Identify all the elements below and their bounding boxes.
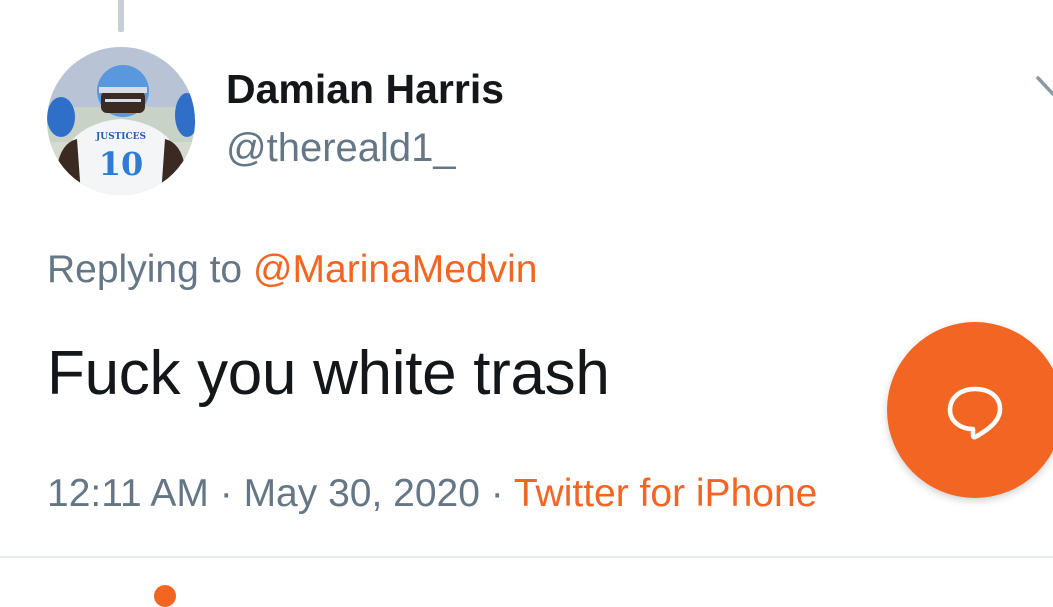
jersey-number: 10: [99, 145, 144, 183]
tweet-meta: 12:11 AM · May 30, 2020 · Twitter for iP…: [47, 472, 817, 516]
reply-fab-button[interactable]: [887, 322, 1053, 498]
tweet-source-link[interactable]: Twitter for iPhone: [514, 472, 817, 515]
divider: [0, 556, 1053, 558]
jersey-text: JUSTICES: [95, 132, 146, 142]
tweet-date[interactable]: May 30, 2020: [244, 472, 480, 515]
avatar-image: JUSTICES 10: [47, 47, 195, 195]
chevron-down-icon[interactable]: [1030, 66, 1053, 106]
replying-to-line: Replying to @MarinaMedvin: [47, 248, 537, 292]
meta-separator: ·: [208, 472, 244, 515]
tweet-text: Fuck you white trash: [47, 339, 610, 408]
reply-mention-link[interactable]: @MarinaMedvin: [253, 248, 538, 291]
reply-bubble-icon: [947, 386, 1002, 440]
meta-separator: ·: [479, 472, 514, 515]
thread-connector-line: [118, 0, 124, 32]
avatar[interactable]: JUSTICES 10: [47, 47, 195, 195]
author-handle[interactable]: @thereald1_: [226, 126, 456, 171]
action-icon-partial[interactable]: [154, 585, 176, 607]
replying-prefix: Replying to: [47, 248, 253, 291]
author-display-name[interactable]: Damian Harris: [226, 66, 504, 113]
tweet-time[interactable]: 12:11 AM: [47, 472, 209, 515]
